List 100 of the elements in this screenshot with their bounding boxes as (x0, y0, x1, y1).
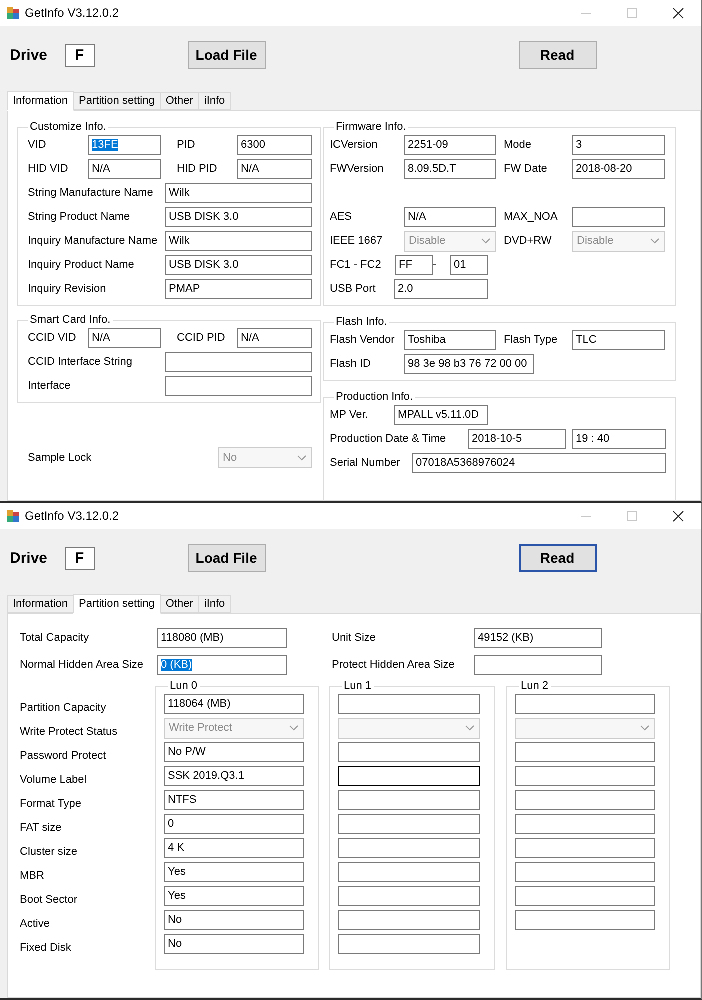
tab[interactable]: Information (7, 91, 74, 111)
field-label: Flash Type (504, 334, 558, 346)
field-label: DVD+RW (504, 235, 552, 247)
text-field[interactable]: 07018A5368976024 (412, 453, 666, 473)
read-button[interactable]: Read (518, 544, 597, 572)
text-field[interactable] (338, 910, 480, 930)
tab[interactable]: Partition setting (73, 594, 161, 614)
field-label: String Product Name (28, 211, 130, 223)
field-label: Sample Lock (28, 452, 93, 464)
text-field[interactable] (338, 694, 480, 714)
text-field[interactable]: 118080 (MB) (157, 628, 287, 648)
group-title: Firmware Info. (335, 121, 408, 133)
field-label: Serial Number (330, 457, 400, 469)
text-field[interactable] (338, 934, 480, 954)
text-field[interactable] (165, 376, 312, 396)
drive-field[interactable]: F (64, 546, 95, 570)
text-field[interactable] (515, 742, 655, 762)
text-field[interactable]: 49152 (KB) (474, 628, 602, 648)
text-field[interactable] (515, 910, 655, 930)
text-field[interactable]: Wilk (165, 231, 312, 251)
text-field[interactable]: 01 (450, 255, 488, 275)
field-label: Inquiry Revision (28, 283, 106, 295)
text-field[interactable]: TLC (572, 330, 665, 350)
text-field[interactable] (515, 838, 655, 858)
text-field[interactable]: 2018-08-20 (572, 159, 665, 179)
field-label: FAT size (20, 821, 63, 836)
text-field[interactable]: N/A (88, 159, 161, 179)
text-field[interactable]: 2.0 (394, 279, 488, 299)
text-field[interactable]: MPALL v5.11.0D (394, 405, 488, 425)
text-field[interactable] (338, 814, 480, 834)
text-field[interactable]: 2251-09 (404, 135, 496, 155)
tab[interactable]: Other (160, 595, 200, 613)
window-title: GetInfo V3.12.0.2 (25, 6, 120, 20)
text-field[interactable] (165, 352, 312, 372)
text-field[interactable]: No (164, 934, 304, 954)
text-field[interactable]: USB DISK 3.0 (165, 255, 312, 275)
close-icon[interactable] (672, 510, 684, 522)
field-label: MAX_NOA (504, 211, 558, 223)
text-field[interactable] (515, 886, 655, 906)
text-field[interactable]: NTFS (164, 790, 304, 810)
text-field[interactable]: 118064 (MB) (164, 694, 304, 714)
text-field[interactable] (515, 814, 655, 834)
text-field[interactable]: 0 (164, 814, 304, 834)
text-field[interactable]: 4 K (164, 838, 304, 858)
text-field[interactable]: 0 (KB) (157, 654, 287, 674)
text-field[interactable]: N/A (404, 207, 496, 227)
group-title: Lun 1 (343, 680, 373, 692)
tab[interactable]: Partition setting (73, 92, 161, 110)
text-field[interactable] (515, 790, 655, 810)
drive-field[interactable]: F (64, 44, 95, 66)
field-label: Password Protect (20, 749, 108, 764)
field-label: String Manufacture Name (28, 187, 154, 199)
text-field[interactable]: 2018-10-5 (468, 429, 566, 449)
tab[interactable]: Other (160, 92, 200, 110)
field-label: USB Port (330, 283, 376, 295)
dash-text: - (433, 259, 437, 271)
text-field[interactable]: Yes (164, 862, 304, 882)
text-field[interactable]: 13FE (88, 135, 161, 155)
text-field[interactable]: 8.09.5D.T (404, 159, 496, 179)
field-label: Interface (28, 380, 71, 392)
field-label: Flash ID (330, 358, 371, 370)
text-field[interactable]: 3 (572, 135, 665, 155)
text-field[interactable]: 6300 (237, 135, 312, 155)
text-field[interactable]: PMAP (165, 279, 312, 299)
text-field[interactable]: N/A (237, 328, 312, 348)
text-field[interactable] (572, 207, 665, 227)
tab[interactable]: iInfo (198, 595, 232, 613)
text-field[interactable] (515, 694, 655, 714)
close-icon[interactable] (672, 8, 684, 18)
text-field[interactable]: SSK 2019.Q3.1 (164, 766, 304, 786)
field-label: FW Date (504, 163, 548, 175)
text-field[interactable] (338, 838, 480, 858)
read-button[interactable]: Read (518, 41, 597, 69)
text-field[interactable]: Yes (164, 886, 304, 906)
load-file-button[interactable]: Load File (188, 544, 266, 572)
text-field[interactable]: FF (395, 255, 433, 275)
field-label: MBR (20, 869, 46, 884)
text-field[interactable]: No P/W (164, 742, 304, 762)
field-label: Production Date & Time (330, 433, 446, 445)
text-field[interactable]: Wilk (165, 183, 312, 203)
text-field[interactable]: N/A (88, 328, 161, 348)
text-field[interactable]: Toshiba (404, 330, 496, 350)
text-field[interactable] (338, 790, 480, 810)
text-field[interactable] (338, 766, 480, 786)
text-field[interactable] (515, 766, 655, 786)
text-field[interactable] (338, 862, 480, 882)
field-label: Inquiry Product Name (28, 259, 134, 271)
text-field[interactable] (515, 862, 655, 882)
tab[interactable]: iInfo (198, 92, 232, 110)
text-field[interactable] (338, 886, 480, 906)
text-field[interactable] (474, 654, 602, 674)
tab[interactable]: Information (7, 595, 74, 613)
text-field[interactable]: No (164, 910, 304, 930)
text-field[interactable]: USB DISK 3.0 (165, 207, 312, 227)
group-title: Flash Info. (335, 316, 388, 328)
text-field[interactable] (338, 742, 480, 762)
text-field[interactable]: 98 3e 98 b3 76 72 00 00 (404, 354, 534, 374)
text-field[interactable]: 19 : 40 (572, 429, 666, 449)
load-file-button[interactable]: Load File (188, 41, 266, 69)
text-field[interactable]: N/A (237, 159, 312, 179)
